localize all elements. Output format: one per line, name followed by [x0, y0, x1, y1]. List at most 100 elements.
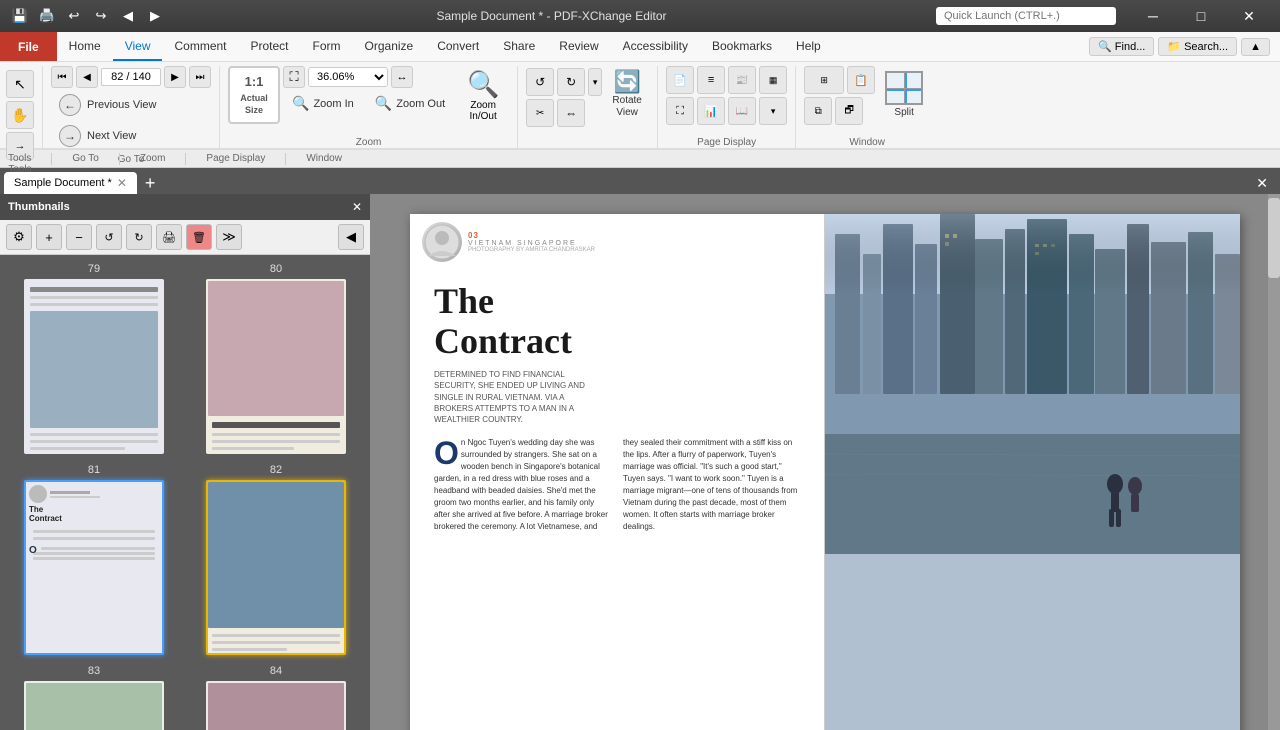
zoom-in-button[interactable]: 🔍 Zoom In	[283, 91, 363, 116]
thumb-image-82[interactable]	[206, 480, 346, 655]
window-btn-4[interactable]: 🗗	[835, 97, 863, 125]
thumb-image-84[interactable]	[206, 681, 346, 730]
thumb-item-79[interactable]: 79	[8, 263, 180, 454]
continuous-button[interactable]: ≡	[697, 66, 725, 94]
thumb-add-button[interactable]: +	[36, 224, 62, 250]
find-button[interactable]: 🔍 Find...	[1089, 37, 1154, 56]
ribbon-tool-select[interactable]: ↖	[6, 70, 34, 98]
facing-pages-button[interactable]: 📰	[728, 66, 756, 94]
zoom-out-button[interactable]: 🔍 Zoom Out	[366, 91, 454, 116]
article-heading: The Contract	[434, 282, 800, 361]
menu-organize[interactable]: Organize	[353, 32, 426, 61]
close-button[interactable]: ✕	[1226, 0, 1272, 32]
document-tab[interactable]: Sample Document * ✕	[4, 172, 137, 194]
menu-home[interactable]: Home	[57, 32, 113, 61]
thumb-rotate-cw-button[interactable]: ↻	[126, 224, 152, 250]
next-page-button[interactable]: ▶	[164, 66, 186, 88]
menu-bookmarks[interactable]: Bookmarks	[700, 32, 784, 61]
menu-accessibility[interactable]: Accessibility	[611, 32, 700, 61]
thumb-image-83[interactable]	[24, 681, 164, 730]
tab-close-button[interactable]: ✕	[117, 177, 127, 189]
thumb-image-79[interactable]	[24, 279, 164, 454]
thumb-image-81[interactable]: TheContract O	[24, 480, 164, 655]
rotate-more-button[interactable]: ▾	[588, 68, 602, 96]
search-button[interactable]: 📁 Search...	[1158, 37, 1237, 56]
window-btn-1[interactable]: ⊞	[804, 66, 844, 94]
thumb-image-80[interactable]	[206, 279, 346, 454]
forward-button[interactable]: ▶	[143, 4, 167, 28]
window-btn-2[interactable]: 📋	[847, 66, 875, 94]
presentation-button[interactable]: 📊	[697, 97, 725, 125]
fit-width-button[interactable]: ↔	[391, 66, 413, 88]
menu-protect[interactable]: Protect	[239, 32, 301, 61]
zoom-select[interactable]: 36.06% 25% 50% 75% 100% 150% 200%	[308, 67, 388, 87]
thumb-minus-button[interactable]: −	[66, 224, 92, 250]
fit-page-button[interactable]: ⛶	[283, 66, 305, 88]
thumb-item-83[interactable]: 83	[8, 665, 180, 730]
menu-convert[interactable]: Convert	[425, 32, 491, 61]
thumb-item-81[interactable]: 81 TheContract	[8, 464, 180, 655]
next-view-button[interactable]: → Next View	[51, 122, 211, 150]
thumb-delete-button[interactable]: 🗑	[186, 224, 212, 250]
doc-view[interactable]: 03 VIETNAM SINGAPORE PHOTOGRAPHY BY AMRI…	[370, 194, 1280, 730]
mirror-button[interactable]: ⇔	[557, 99, 585, 127]
thumb-rotate-ccw-button[interactable]: ↺	[96, 224, 122, 250]
menu-review[interactable]: Review	[547, 32, 610, 61]
full-screen-button[interactable]: ⛶	[666, 97, 694, 125]
thumbnails-close-button[interactable]: ✕	[352, 200, 362, 214]
page-display-label: Page Display	[666, 135, 787, 148]
thumb-collapse-button[interactable]: ◀	[338, 224, 364, 250]
redo-button[interactable]: ↪	[89, 4, 113, 28]
doc-scrollbar[interactable]	[1268, 194, 1280, 730]
first-page-button[interactable]: ⏮	[51, 66, 73, 88]
minimize-button[interactable]: ─	[1130, 0, 1176, 32]
thumb-label-84: 84	[270, 665, 282, 677]
menu-share[interactable]: Share	[491, 32, 547, 61]
split-button[interactable]: Split	[878, 66, 930, 124]
thumb-print-button[interactable]: 🖨	[156, 224, 182, 250]
display-more-button[interactable]: ▾	[759, 97, 787, 125]
window-btn-3[interactable]: ⧉	[804, 97, 832, 125]
thumbnails-grid: 79 80	[0, 255, 370, 730]
close-tab-area-button[interactable]: ✕	[1248, 172, 1276, 194]
ribbon-rotate-group: ↺ ↻ ▾ ✂ ⇔ 🔄 Rotate View	[526, 66, 658, 148]
previous-view-button[interactable]: ← Previous View	[51, 91, 211, 119]
rotate-cw-button[interactable]: ↻	[557, 68, 585, 96]
thumb-settings-button[interactable]: ⚙	[6, 224, 32, 250]
new-tab-button[interactable]: +	[139, 172, 162, 194]
rotate-ccw-button[interactable]: ↺	[526, 68, 554, 96]
thumb-item-82[interactable]: 82	[190, 464, 362, 655]
undo-button[interactable]: ↩	[62, 4, 86, 28]
thumb-label-83: 83	[88, 665, 100, 677]
thumb-more-button[interactable]: ≫	[216, 224, 242, 250]
page-right: KMSpico .africa	[825, 214, 1240, 730]
save-button[interactable]: 💾	[8, 4, 32, 28]
collapse-ribbon-button[interactable]: ▲	[1241, 38, 1270, 56]
menu-help[interactable]: Help	[784, 32, 833, 61]
article-subtitle: DETERMINED TO FIND FINANCIAL SECURITY, S…	[434, 369, 594, 425]
menu-view[interactable]: View	[113, 32, 163, 61]
menu-file[interactable]: File	[0, 32, 57, 61]
quick-launch-input[interactable]	[936, 7, 1116, 25]
reading-mode-button[interactable]: 📖	[728, 97, 756, 125]
maximize-button[interactable]: □	[1178, 0, 1224, 32]
thumb-label-82: 82	[270, 464, 282, 476]
page-number-input[interactable]	[101, 68, 161, 86]
thumb-item-84[interactable]: 84	[190, 665, 362, 730]
zoom-inout-button[interactable]: 🔍 Zoom In/Out	[457, 66, 509, 124]
thumb-item-80[interactable]: 80	[190, 263, 362, 454]
last-page-button[interactable]: ⏭	[189, 66, 211, 88]
menu-form[interactable]: Form	[301, 32, 353, 61]
actual-size-button[interactable]: 1:1 Actual Size	[228, 66, 280, 124]
doc-scrollbar-thumb[interactable]	[1268, 198, 1280, 278]
back-button[interactable]: ◀	[116, 4, 140, 28]
single-page-button[interactable]: 📄	[666, 66, 694, 94]
menu-comment[interactable]: Comment	[162, 32, 238, 61]
print-button[interactable]: 🖨️	[35, 4, 59, 28]
crop-button[interactable]: ✂	[526, 99, 554, 127]
rotate-group-label	[526, 146, 649, 148]
ribbon-tool-pan[interactable]: ✋	[6, 101, 34, 129]
prev-page-button[interactable]: ◀	[76, 66, 98, 88]
rotate-view-button[interactable]: 🔄 Rotate View	[605, 66, 649, 124]
facing-cont-button[interactable]: ▦	[759, 66, 787, 94]
